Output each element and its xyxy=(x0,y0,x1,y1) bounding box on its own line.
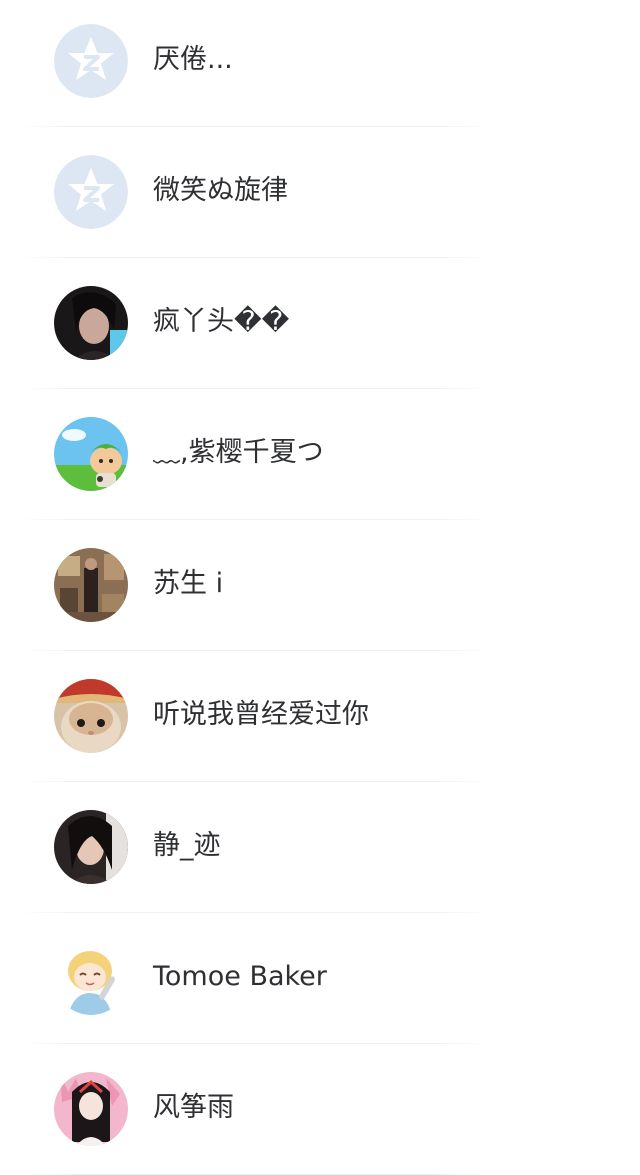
contact-name: 疯丫头�� xyxy=(153,306,290,337)
contact-name: 静_迹 xyxy=(153,830,221,861)
anime-blonde-girl[interactable] xyxy=(54,941,128,1015)
contact-name: 苏生 i xyxy=(153,568,224,599)
contact-name: 厌倦... xyxy=(153,44,233,75)
dark-hair-portrait-photo[interactable] xyxy=(54,810,128,884)
contact-row[interactable]: 听说我曾经爱过你 xyxy=(0,651,640,782)
contact-row[interactable]: ﹏,紫樱千夏つ xyxy=(0,389,640,520)
qq-default-star-icon[interactable] xyxy=(54,24,128,98)
contact-row[interactable]: 苏生 i xyxy=(0,520,640,651)
pink-doll-photo[interactable] xyxy=(54,1072,128,1146)
contact-row[interactable]: 风筝雨 xyxy=(0,1044,640,1175)
room-photo[interactable] xyxy=(54,548,128,622)
contact-name: 听说我曾经爱过你 xyxy=(153,699,369,730)
contact-row[interactable]: Tomoe Baker xyxy=(0,913,640,1044)
contact-row[interactable]: 疯丫头�� xyxy=(0,258,640,389)
dark-portrait-photo[interactable] xyxy=(54,286,128,360)
contact-name: 风筝雨 xyxy=(153,1092,234,1123)
hamster-photo[interactable] xyxy=(54,679,128,753)
contact-row[interactable]: 微笑ぬ旋律 xyxy=(0,127,640,258)
contact-name: Tomoe Baker xyxy=(153,961,327,992)
contact-name: 微笑ぬ旋律 xyxy=(153,175,288,206)
qq-default-star-icon[interactable] xyxy=(54,155,128,229)
contact-row[interactable]: 静_迹 xyxy=(0,782,640,913)
cartoon-mascot-meadow[interactable] xyxy=(54,417,128,491)
contact-row[interactable]: 厌倦... xyxy=(0,0,640,127)
contact-name: ﹏,紫樱千夏つ xyxy=(153,437,324,468)
contact-list: 厌倦... 微笑ぬ旋律 疯丫头�� ﹏,紫樱千夏つ 苏生 i 听说我曾经爱过你 … xyxy=(0,0,640,1175)
